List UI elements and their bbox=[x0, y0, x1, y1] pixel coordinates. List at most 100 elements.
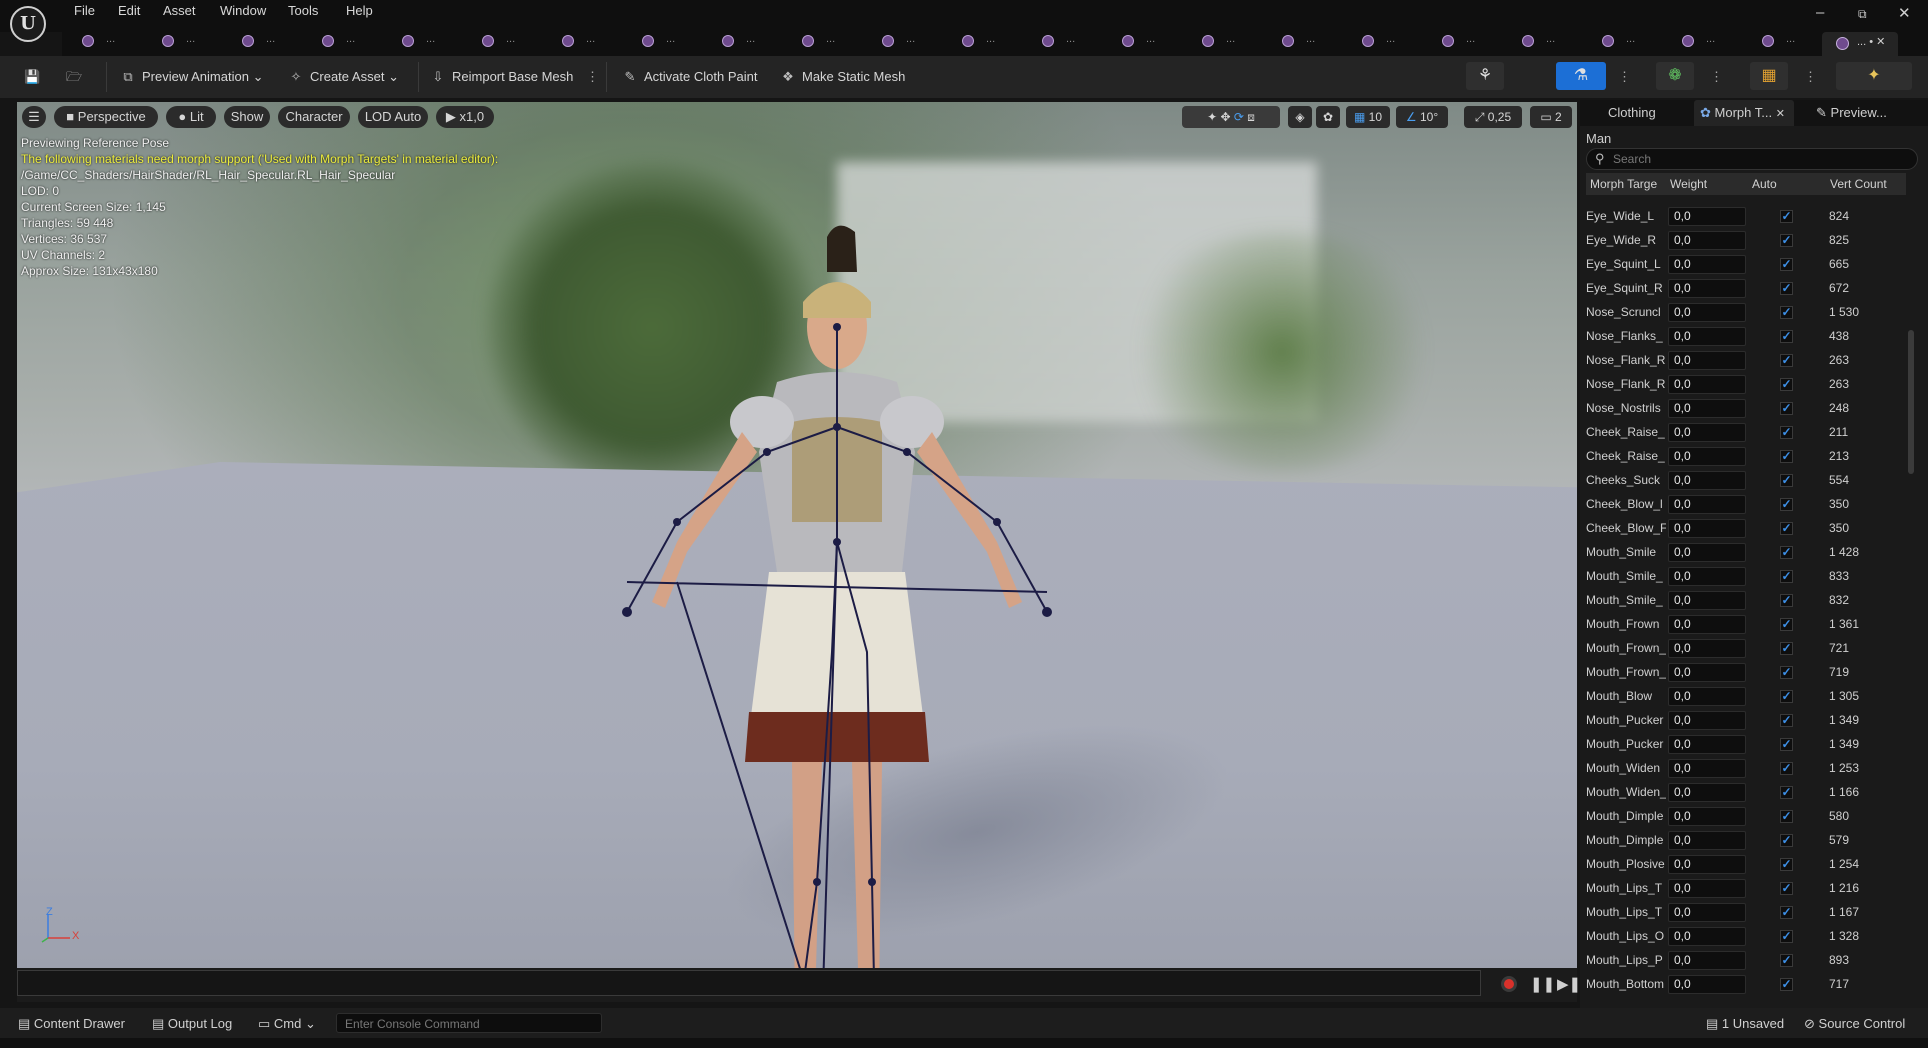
perspective-button[interactable]: ■ Perspective bbox=[54, 106, 158, 128]
auto-checkbox[interactable]: ✓ bbox=[1780, 690, 1793, 703]
document-tab[interactable]: ... bbox=[1022, 33, 1092, 53]
weight-field[interactable]: 0,0 bbox=[1668, 519, 1746, 538]
morph-target-row[interactable]: Mouth_Plosive 0,0 ✓ 1 254 bbox=[1586, 853, 1906, 877]
morph-target-row[interactable]: Mouth_Dimple 0,0 ✓ 580 bbox=[1586, 805, 1906, 829]
morph-target-row[interactable]: Mouth_Widen 0,0 ✓ 1 253 bbox=[1586, 757, 1906, 781]
morph-target-row[interactable]: Eye_Squint_R 0,0 ✓ 672 bbox=[1586, 277, 1906, 301]
document-tab[interactable]: ... bbox=[382, 33, 452, 53]
auto-checkbox[interactable]: ✓ bbox=[1780, 330, 1793, 343]
auto-checkbox[interactable]: ✓ bbox=[1780, 930, 1793, 943]
weight-field[interactable]: 0,0 bbox=[1668, 807, 1746, 826]
morph-target-row[interactable]: Mouth_Frown 0,0 ✓ 1 361 bbox=[1586, 613, 1906, 637]
document-tab[interactable]: ... bbox=[462, 33, 532, 53]
menu-edit[interactable]: Edit bbox=[118, 3, 140, 18]
document-tab[interactable]: ... bbox=[1502, 33, 1572, 53]
morph-target-row[interactable]: Nose_Flank_R 0,0 ✓ 263 bbox=[1586, 373, 1906, 397]
morph-target-row[interactable]: Cheek_Raise_ 0,0 ✓ 211 bbox=[1586, 421, 1906, 445]
cmd-dropdown[interactable]: ▭ Cmd ⌄ bbox=[258, 1016, 316, 1032]
menu-tools[interactable]: Tools bbox=[288, 3, 318, 18]
auto-checkbox[interactable]: ✓ bbox=[1780, 474, 1793, 487]
close-window-button[interactable]: ✕ bbox=[1898, 4, 1911, 22]
morph-target-row[interactable]: Mouth_Smile_ 0,0 ✓ 833 bbox=[1586, 565, 1906, 589]
tab-clothing[interactable]: Clothing bbox=[1600, 100, 1686, 126]
auto-checkbox[interactable]: ✓ bbox=[1780, 354, 1793, 367]
auto-checkbox[interactable]: ✓ bbox=[1780, 978, 1793, 991]
morph-target-row[interactable]: Mouth_Pucker 0,0 ✓ 1 349 bbox=[1586, 733, 1906, 757]
activate-cloth-paint-button[interactable]: ✎ Activate Cloth Paint bbox=[622, 67, 758, 87]
auto-checkbox[interactable]: ✓ bbox=[1780, 282, 1793, 295]
unreal-logo-icon[interactable]: U bbox=[10, 6, 46, 42]
character-model[interactable] bbox=[537, 122, 1117, 968]
auto-checkbox[interactable]: ✓ bbox=[1780, 402, 1793, 415]
morph-target-row[interactable]: Mouth_Pucker 0,0 ✓ 1 349 bbox=[1586, 709, 1906, 733]
weight-field[interactable]: 0,0 bbox=[1668, 735, 1746, 754]
weight-field[interactable]: 0,0 bbox=[1668, 831, 1746, 850]
auto-checkbox[interactable]: ✓ bbox=[1780, 618, 1793, 631]
physics-mode-button[interactable]: ✦ bbox=[1836, 62, 1912, 90]
auto-checkbox[interactable]: ✓ bbox=[1780, 906, 1793, 919]
morph-target-row[interactable]: Cheek_Blow_F 0,0 ✓ 350 bbox=[1586, 517, 1906, 541]
document-tab[interactable]: ... bbox=[782, 33, 852, 53]
animation-mode-button[interactable]: ❁ bbox=[1656, 62, 1694, 90]
record-button[interactable] bbox=[1501, 976, 1517, 992]
tab-morph-targets[interactable]: ✿ Morph T... ✕ bbox=[1694, 100, 1794, 126]
character-button[interactable]: Character bbox=[278, 106, 350, 128]
morph-target-row[interactable]: Nose_Flanks_ 0,0 ✓ 438 bbox=[1586, 325, 1906, 349]
morph-target-row[interactable]: Mouth_Lips_P 0,0 ✓ 893 bbox=[1586, 949, 1906, 973]
weight-field[interactable]: 0,0 bbox=[1668, 615, 1746, 634]
document-tab[interactable]: ... bbox=[622, 33, 692, 53]
weight-field[interactable]: 0,0 bbox=[1668, 327, 1746, 346]
morph-target-row[interactable]: Mouth_Smile_ 0,0 ✓ 832 bbox=[1586, 589, 1906, 613]
document-tab[interactable]: ... bbox=[542, 33, 612, 53]
weight-field[interactable]: 0,0 bbox=[1668, 399, 1746, 418]
scale-snap-button[interactable]: ⤢ 0,25 bbox=[1464, 106, 1522, 128]
tab-preview[interactable]: ✎ Preview... bbox=[1812, 100, 1920, 126]
weight-field[interactable]: 0,0 bbox=[1668, 471, 1746, 490]
document-tab[interactable]: ... bbox=[222, 33, 292, 53]
morph-target-row[interactable]: Mouth_Bottom 0,0 ✓ 717 bbox=[1586, 973, 1906, 997]
weight-field[interactable]: 0,0 bbox=[1668, 759, 1746, 778]
morph-target-row[interactable]: Mouth_Widen_ 0,0 ✓ 1 166 bbox=[1586, 781, 1906, 805]
weight-field[interactable]: 0,0 bbox=[1668, 447, 1746, 466]
mesh-mode-button[interactable]: ⚗ bbox=[1556, 62, 1606, 90]
weight-field[interactable]: 0,0 bbox=[1668, 639, 1746, 658]
weight-field[interactable]: 0,0 bbox=[1668, 495, 1746, 514]
auto-checkbox[interactable]: ✓ bbox=[1780, 378, 1793, 391]
document-tab[interactable]: ... bbox=[1342, 33, 1412, 53]
more-options-icon[interactable]: ⋮ bbox=[586, 67, 599, 87]
auto-checkbox[interactable]: ✓ bbox=[1780, 522, 1793, 535]
weight-field[interactable]: 0,0 bbox=[1668, 279, 1746, 298]
weight-field[interactable]: 0,0 bbox=[1668, 303, 1746, 322]
blueprint-options-icon[interactable]: ⋮ bbox=[1804, 67, 1817, 87]
column-vert-count[interactable]: Vert Count bbox=[1830, 173, 1908, 195]
auto-checkbox[interactable]: ✓ bbox=[1780, 450, 1793, 463]
menu-window[interactable]: Window bbox=[220, 3, 266, 18]
weight-field[interactable]: 0,0 bbox=[1668, 207, 1746, 226]
surface-snap-button[interactable]: ✿ bbox=[1316, 106, 1340, 128]
document-tab[interactable]: ... bbox=[1582, 33, 1652, 53]
morph-target-row[interactable]: Eye_Wide_L 0,0 ✓ 824 bbox=[1586, 205, 1906, 229]
document-tab[interactable]: ... bbox=[1102, 33, 1172, 53]
lod-auto-button[interactable]: LOD Auto bbox=[358, 106, 428, 128]
auto-checkbox[interactable]: ✓ bbox=[1780, 834, 1793, 847]
weight-field[interactable]: 0,0 bbox=[1668, 351, 1746, 370]
make-static-mesh-button[interactable]: ❖ Make Static Mesh bbox=[780, 67, 905, 87]
viewport[interactable] bbox=[17, 102, 1577, 968]
morph-target-row[interactable]: Nose_Flank_R 0,0 ✓ 263 bbox=[1586, 349, 1906, 373]
auto-checkbox[interactable]: ✓ bbox=[1780, 210, 1793, 223]
auto-checkbox[interactable]: ✓ bbox=[1780, 234, 1793, 247]
weight-field[interactable]: 0,0 bbox=[1668, 543, 1746, 562]
create-asset-button[interactable]: ✧ Create Asset ⌄ bbox=[288, 67, 399, 87]
morph-target-row[interactable]: Mouth_Lips_T 0,0 ✓ 1 216 bbox=[1586, 877, 1906, 901]
auto-checkbox[interactable]: ✓ bbox=[1780, 882, 1793, 895]
morph-target-row[interactable]: Mouth_Dimple 0,0 ✓ 579 bbox=[1586, 829, 1906, 853]
content-drawer-button[interactable]: ▤ Content Drawer bbox=[18, 1016, 125, 1032]
output-log-button[interactable]: ▤ Output Log bbox=[152, 1016, 232, 1032]
transform-mode-group[interactable]: ✦ ✥ ⟳ ⧈ bbox=[1182, 106, 1280, 128]
rotation-snap-button[interactable]: ∠ 10° bbox=[1396, 106, 1448, 128]
camera-speed-button[interactable]: ▭ 2 bbox=[1530, 106, 1572, 128]
morph-target-row[interactable]: Mouth_Blow 0,0 ✓ 1 305 bbox=[1586, 685, 1906, 709]
weight-field[interactable]: 0,0 bbox=[1668, 375, 1746, 394]
preview-animation-button[interactable]: ⧉ Preview Animation ⌄ bbox=[120, 67, 263, 87]
blueprint-mode-button[interactable]: ▦ bbox=[1750, 62, 1788, 90]
